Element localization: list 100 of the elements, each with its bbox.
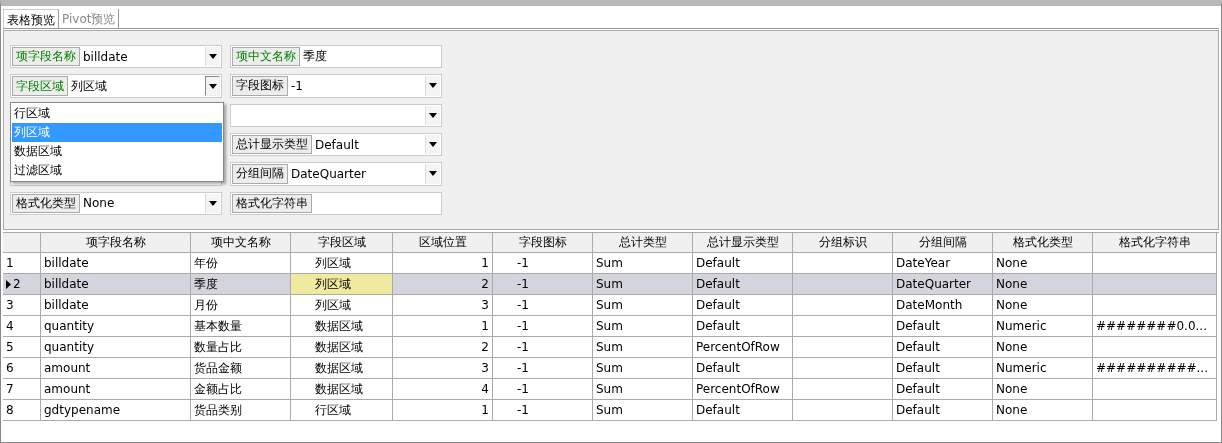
table-cell: Sum	[593, 295, 693, 316]
caret-icon	[209, 200, 217, 206]
table-cell: DateYear	[893, 253, 993, 274]
row-number: 5	[6, 340, 14, 354]
row-header[interactable]: 6	[3, 358, 41, 379]
table-cell: Default	[693, 316, 793, 337]
table-cell: 货品类别	[191, 400, 291, 421]
column-header[interactable]: 字段区域	[291, 233, 393, 253]
column-header[interactable]: 格式化字符串	[1093, 233, 1217, 253]
table-cell: 1	[393, 316, 493, 337]
input-field[interactable]: 格式化字符串	[230, 191, 442, 215]
table-cell: DateQuarter	[893, 274, 993, 295]
current-row-icon	[6, 279, 11, 289]
column-header[interactable]: 项中文名称	[191, 233, 291, 253]
table-cell: amount	[41, 358, 191, 379]
table-cell: Default	[693, 274, 793, 295]
table-cell: amount	[41, 379, 191, 400]
table-cell: Default	[693, 253, 793, 274]
row-header[interactable]: 1	[3, 253, 41, 274]
table-cell: 月份	[191, 295, 291, 316]
table-cell: None	[993, 274, 1093, 295]
table-cell: 2	[393, 337, 493, 358]
table-cell: Default	[893, 337, 993, 358]
table-cell: Sum	[593, 316, 693, 337]
dropdown-field[interactable]: 格式化类型 None	[10, 191, 222, 215]
column-header[interactable]: 字段图标	[493, 233, 593, 253]
table-cell: Sum	[593, 337, 693, 358]
table-cell: Default	[893, 358, 993, 379]
table-cell: -1	[493, 337, 593, 358]
table-cell: Sum	[593, 253, 693, 274]
row-number: 2	[13, 277, 21, 291]
column-header[interactable]: 项字段名称	[41, 233, 191, 253]
dropdown-field[interactable]: 字段图标 -1	[230, 74, 442, 98]
dropdown-field[interactable]: 分组间隔 DateQuarter	[230, 162, 442, 186]
dropdown-button[interactable]	[205, 76, 220, 96]
table-cell: PercentOfRow	[693, 379, 793, 400]
table-cell: 金额占比	[191, 379, 291, 400]
dropdown-field[interactable]: 总计显示类型 Default	[230, 133, 442, 157]
table-cell: -1	[493, 379, 593, 400]
table-cell: 数据区域	[291, 358, 393, 379]
table-cell: 基本数量	[191, 316, 291, 337]
table-cell: Default	[893, 379, 993, 400]
table-cell: 数据区域	[291, 379, 393, 400]
tab[interactable]: 表格预览	[3, 9, 59, 28]
table-cell: -1	[493, 253, 593, 274]
table-cell: 年份	[191, 253, 291, 274]
column-header[interactable]: 分组间隔	[893, 233, 993, 253]
table-cell: quantity	[41, 337, 191, 358]
table-cell: 1	[393, 253, 493, 274]
table-cell: None	[993, 295, 1093, 316]
table-cell: 3	[393, 295, 493, 316]
column-header[interactable]: 区域位置	[393, 233, 493, 253]
column-header[interactable]: 总计显示类型	[693, 233, 793, 253]
table-cell: None	[993, 400, 1093, 421]
table-cell: Default	[893, 316, 993, 337]
table-cell: ##########...	[1093, 358, 1217, 379]
row-number: 4	[6, 319, 14, 333]
table-cell: -1	[493, 358, 593, 379]
row-number: 7	[6, 382, 14, 396]
dropdown-field[interactable]	[230, 103, 442, 127]
table-cell: None	[993, 337, 1093, 358]
table-cell: Numeric	[993, 358, 1093, 379]
row-header[interactable]: 3	[3, 295, 41, 316]
table-cell: 列区域	[291, 253, 393, 274]
table-cell: Default	[693, 295, 793, 316]
table-cell: 列区域	[291, 295, 393, 316]
table-cell: 季度	[191, 274, 291, 295]
table-cell: gdtypename	[41, 400, 191, 421]
row-header[interactable]: 7	[3, 379, 41, 400]
table-cell: 3	[393, 358, 493, 379]
row-number: 1	[6, 256, 14, 270]
dropdown-field[interactable]: 字段区域 列区域	[10, 74, 222, 98]
table-cell: Default	[893, 400, 993, 421]
caret-icon	[208, 83, 217, 89]
table-cell: Sum	[593, 379, 693, 400]
row-number: 6	[6, 361, 14, 375]
row-header[interactable]: 8	[3, 400, 41, 421]
column-header[interactable]: 格式化类型	[993, 233, 1093, 253]
caret-icon	[209, 54, 217, 60]
table-cell: billdate	[41, 274, 191, 295]
input-field[interactable]: 项中文名称 季度	[230, 45, 442, 69]
table-cell: 1	[393, 400, 493, 421]
table-cell: -1	[493, 400, 593, 421]
caret-icon	[429, 171, 437, 177]
column-header[interactable]: 总计类型	[593, 233, 693, 253]
row-header[interactable]: 4	[3, 316, 41, 337]
table-cell: 数据区域	[291, 337, 393, 358]
row-header[interactable]: 5	[3, 337, 41, 358]
caret-icon	[429, 83, 437, 89]
table-cell: -1	[493, 316, 593, 337]
table-cell: 数量占比	[191, 337, 291, 358]
table-cell: 行区域	[291, 400, 393, 421]
column-header[interactable]: 分组标识	[793, 233, 893, 253]
table-cell: PercentOfRow	[693, 337, 793, 358]
dropdown-field[interactable]: 项字段名称 billdate	[10, 45, 222, 69]
table-cell: billdate	[41, 295, 191, 316]
table-cell: None	[993, 253, 1093, 274]
table-cell: -1	[493, 295, 593, 316]
row-number: 3	[6, 298, 14, 312]
row-header[interactable]: 2	[3, 274, 41, 295]
